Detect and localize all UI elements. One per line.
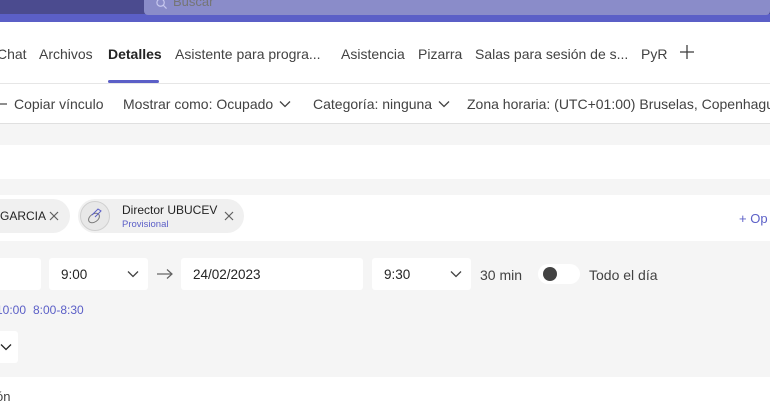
repeat-dropdown[interactable] — [0, 331, 18, 363]
all-day-toggle[interactable] — [538, 264, 580, 284]
details-text: ón — [0, 389, 11, 401]
start-date-field[interactable] — [0, 258, 41, 290]
meeting-tabs: Chat Archivos Detalles Asistente para pr… — [0, 22, 770, 84]
header-strip — [0, 14, 770, 22]
meeting-toolbar: Copiar vínculo Mostrar como: Ocupado Cat… — [0, 84, 770, 124]
copy-link-button[interactable]: Copiar vínculo — [0, 96, 104, 112]
chevron-down-icon — [127, 271, 139, 278]
add-optional-attendees-link[interactable]: + Op — [739, 211, 768, 226]
timezone-label: Zona horaria: (UTC+01:00) Bruselas, Cope… — [467, 96, 770, 112]
arrow-right-icon — [157, 269, 173, 279]
chevron-down-icon — [279, 101, 291, 108]
suggested-time[interactable]: 10:00 — [0, 303, 26, 317]
show-as-dropdown[interactable]: Mostrar como: Ocupado — [123, 96, 291, 112]
close-icon[interactable] — [224, 211, 234, 221]
close-icon[interactable] — [49, 211, 59, 221]
app-header — [0, 0, 770, 22]
attendee-name: Director UBUCEV — [122, 202, 218, 217]
tab-attendance[interactable]: Asistencia — [341, 46, 405, 62]
suggested-time[interactable]: 8:00-8:30 — [33, 303, 84, 317]
search-input[interactable] — [173, 0, 373, 9]
attendee-chip[interactable]: GARCIA — [0, 199, 70, 233]
avatar — [80, 201, 110, 231]
active-tab-indicator — [108, 80, 159, 83]
search-box[interactable] — [144, 0, 770, 15]
toggle-knob — [543, 267, 557, 281]
category-label: Categoría: ninguna — [313, 96, 433, 112]
end-date-field[interactable]: 24/02/2023 — [181, 258, 363, 290]
details-field[interactable]: ón — [0, 377, 770, 401]
copy-link-label: Copiar vínculo — [14, 96, 104, 112]
attendees-field[interactable]: GARCIA Director UBUCEV Provisional + Op — [0, 195, 770, 241]
tab-qa[interactable]: PyR — [641, 46, 667, 62]
all-day-label: Todo el día — [589, 267, 658, 283]
avatar-logo-icon — [88, 208, 102, 224]
duration-label: 30 min — [480, 267, 523, 283]
link-icon — [0, 103, 7, 105]
show-as-label: Mostrar como: Ocupado — [123, 96, 274, 112]
tab-chat[interactable]: Chat — [0, 46, 27, 62]
start-time-dropdown[interactable]: 9:00 — [49, 258, 148, 290]
end-time-dropdown[interactable]: 9:30 — [372, 258, 471, 290]
search-icon — [156, 0, 167, 9]
attendee-status: Provisional — [122, 218, 169, 230]
tab-scheduling-assistant[interactable]: Asistente para progra... — [175, 46, 321, 62]
chevron-down-icon — [450, 271, 462, 278]
add-tab-icon[interactable] — [679, 44, 695, 60]
attendee-name: GARCIA — [0, 209, 47, 223]
chevron-down-icon — [0, 344, 12, 351]
tab-whiteboard[interactable]: Pizarra — [418, 46, 462, 62]
tab-files[interactable]: Archivos — [39, 46, 93, 62]
attendee-chip[interactable]: Director UBUCEV Provisional — [78, 199, 244, 233]
end-time-value: 9:30 — [384, 266, 411, 282]
start-time-value: 9:00 — [61, 266, 88, 282]
tab-details[interactable]: Detalles — [108, 46, 162, 62]
end-date-value: 24/02/2023 — [193, 266, 261, 282]
chevron-down-icon — [438, 101, 450, 108]
timezone-dropdown[interactable]: Zona horaria: (UTC+01:00) Bruselas, Cope… — [467, 96, 770, 112]
meeting-title-field[interactable] — [0, 145, 770, 179]
tab-breakout-rooms[interactable]: Salas para sesión de s... — [475, 46, 628, 62]
category-dropdown[interactable]: Categoría: ninguna — [313, 96, 450, 112]
